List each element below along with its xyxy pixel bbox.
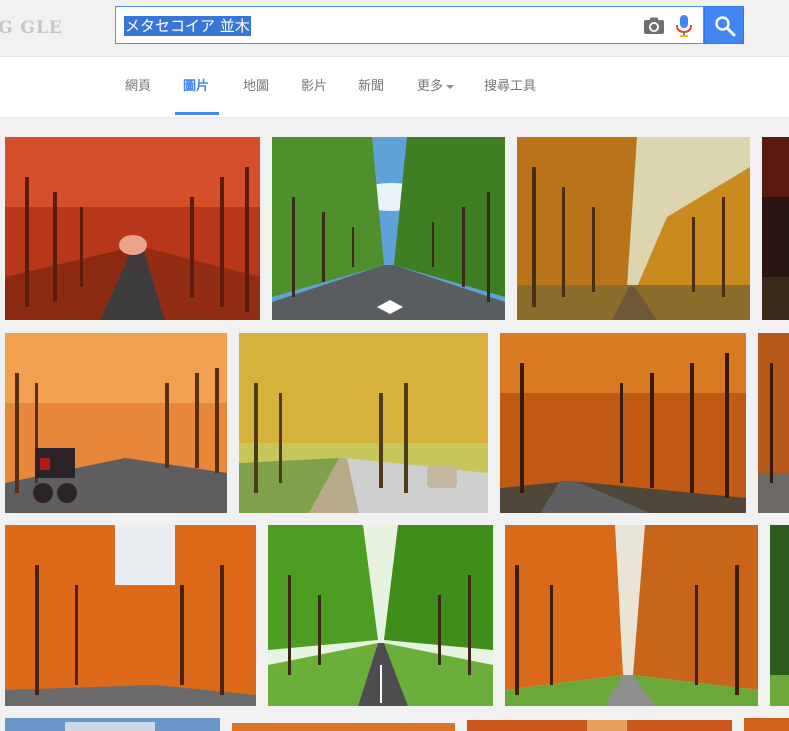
image-result[interactable] — [500, 333, 746, 513]
image-result[interactable] — [517, 137, 750, 320]
tab-more-label: 更多 — [417, 79, 444, 94]
search-box[interactable]: メタセコイア 並木 — [115, 6, 704, 44]
tab-maps[interactable]: 地圖 — [243, 77, 269, 97]
tab-more[interactable]: 更多 — [417, 77, 455, 97]
tab-images[interactable]: 圖片 — [183, 77, 209, 97]
dropdown-caret-icon — [446, 84, 455, 89]
search-icon — [715, 16, 736, 37]
google-doodle-logo[interactable]: G GLE — [0, 18, 63, 40]
image-result[interactable] — [5, 333, 227, 513]
image-result[interactable] — [232, 723, 455, 731]
tab-videos[interactable]: 影片 — [301, 77, 327, 97]
image-result[interactable] — [762, 137, 789, 320]
image-result[interactable] — [467, 720, 732, 731]
tab-news[interactable]: 新聞 — [358, 77, 384, 97]
tab-web[interactable]: 網頁 — [125, 77, 151, 97]
active-tab-indicator — [175, 112, 219, 115]
tab-search-tools[interactable]: 搜尋工具 — [484, 77, 536, 97]
image-result[interactable] — [505, 525, 758, 706]
microphone-icon[interactable] — [675, 14, 693, 38]
image-result[interactable] — [5, 525, 256, 706]
image-result[interactable] — [5, 137, 260, 320]
car — [427, 466, 457, 488]
image-result[interactable] — [268, 525, 493, 706]
image-result[interactable] — [770, 525, 789, 706]
camera-icon[interactable] — [643, 16, 665, 36]
header-bar: G GLE メタセコイア 並木 — [0, 0, 789, 57]
image-result[interactable] — [744, 718, 789, 731]
image-result[interactable] — [272, 137, 505, 320]
search-tabs: 網頁 圖片 地圖 影片 新聞 更多 搜尋工具 — [0, 57, 789, 118]
image-result[interactable] — [5, 718, 220, 731]
search-input[interactable]: メタセコイア 並木 — [124, 16, 251, 36]
image-result[interactable] — [758, 333, 789, 513]
doodle-logo-text: G GLE — [0, 18, 63, 38]
image-result[interactable] — [239, 333, 488, 513]
search-button[interactable] — [704, 6, 744, 44]
